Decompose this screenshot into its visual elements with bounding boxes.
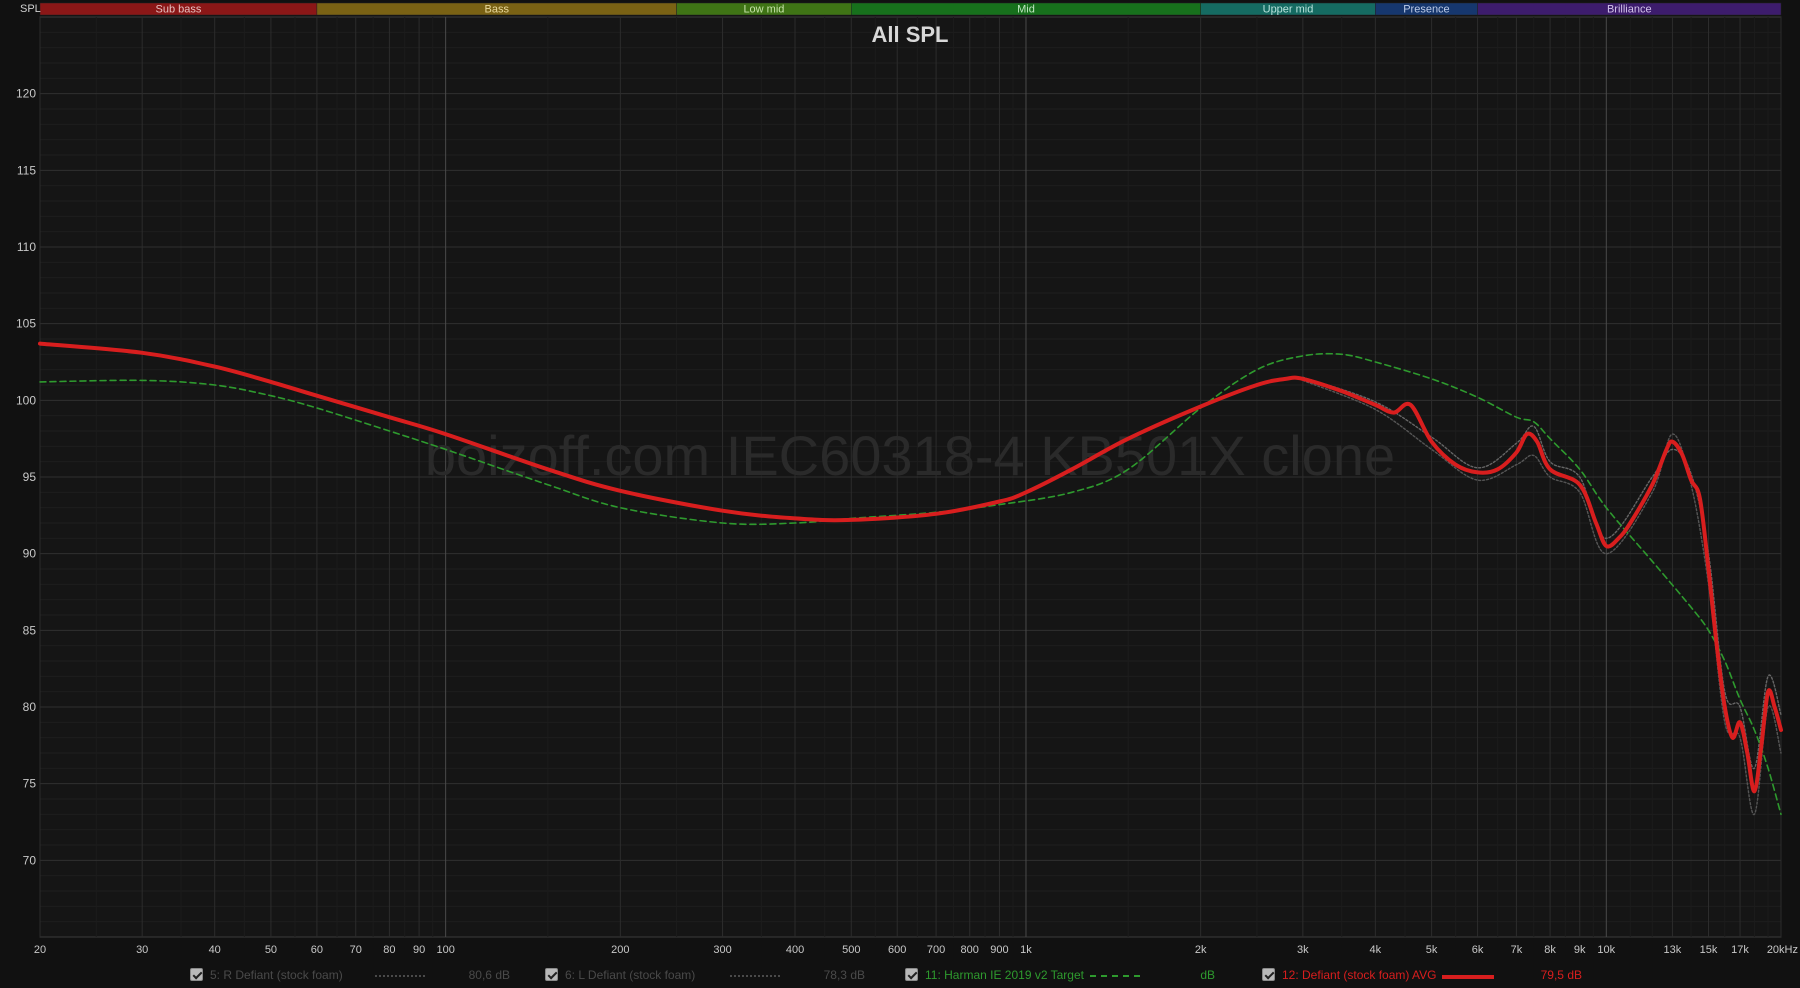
legend-value: 79,5 dB [1540, 968, 1582, 982]
x-tick-label: 50 [265, 944, 277, 956]
legend-line-swatch [730, 975, 780, 977]
legend-item[interactable]: 12: Defiant (stock foam) AVG 79,5 dB [1262, 966, 1602, 984]
band-label: Brilliance [1607, 4, 1652, 16]
legend-line-swatch [375, 975, 425, 977]
legend-series-name: 6: L Defiant (stock foam) [565, 968, 696, 982]
x-tick-label: 900 [990, 944, 1008, 956]
x-tick-label: 15k [1700, 944, 1718, 956]
x-tick-label: 40 [209, 944, 221, 956]
y-tick-label: 80 [23, 700, 37, 714]
legend-value: dB [1200, 968, 1215, 982]
x-tick-label: 8k [1544, 944, 1556, 956]
y-tick-label: 90 [23, 547, 37, 561]
x-tick-label: 90 [413, 944, 425, 956]
x-tick-label: 100 [436, 944, 454, 956]
chart-area: Sub bass Bass Low mid Mid Upper mid Presence B… [16, 2, 1798, 956]
x-tick-label: 20kHz [1767, 944, 1798, 956]
x-tick-label: 17k [1731, 944, 1749, 956]
x-tick-label: 30 [136, 944, 148, 956]
legend-checkbox[interactable] [905, 968, 918, 981]
x-tick-label: 5k [1426, 944, 1438, 956]
x-tick-label: 60 [311, 944, 323, 956]
x-tick-label: 1k [1020, 944, 1032, 956]
y-tick-label: 70 [23, 853, 37, 867]
x-tick-label: 2k [1195, 944, 1207, 956]
y-tick-label: 105 [16, 317, 36, 331]
y-tick-label: 115 [17, 163, 36, 177]
x-tick-label: 700 [927, 944, 945, 956]
x-tick-label: 80 [383, 944, 395, 956]
chart-title: All SPL [871, 22, 948, 47]
x-tick-label: 400 [786, 944, 804, 956]
x-tick-label: 3k [1297, 944, 1309, 956]
x-tick-label: 6k [1472, 944, 1484, 956]
legend-line-swatch [1442, 975, 1494, 979]
frequency-band-bar: Sub bass Bass Low mid Mid Upper mid Presence B… [39, 2, 1782, 16]
spl-corner-label: SPL [20, 3, 41, 15]
x-tick-label: 20 [34, 944, 46, 956]
band-label: Presence [1403, 4, 1449, 16]
y-tick-label: 75 [23, 777, 37, 791]
band-label: Mid [1017, 4, 1035, 16]
y-tick-label: 100 [16, 393, 36, 407]
legend-value: 80,6 dB [468, 968, 510, 982]
band-label: Bass [484, 4, 509, 16]
y-tick-label: 85 [23, 623, 37, 637]
x-tick-label: 70 [350, 944, 362, 956]
x-tick-label: 13k [1664, 944, 1682, 956]
x-axis-ticks: 20 30 40 50 60 70 80 90 100 200 300 400 500 600 700 800… [34, 944, 1798, 956]
x-tick-label: 10k [1597, 944, 1615, 956]
y-axis-ticks: 120 115 110 105 100 95 90 85 80 75 70 [16, 87, 36, 868]
legend-item[interactable]: 5: R Defiant (stock foam) 80,6 dB [190, 966, 530, 984]
x-tick-label: 500 [842, 944, 860, 956]
x-tick-label: 9k [1574, 944, 1586, 956]
x-tick-label: 200 [611, 944, 629, 956]
x-tick-label: 800 [961, 944, 979, 956]
legend-series-name: 5: R Defiant (stock foam) [210, 968, 343, 982]
x-tick-label: 600 [888, 944, 906, 956]
band-label: Low mid [743, 4, 784, 16]
legend: 5: R Defiant (stock foam) 80,6 dB 6: L Def… [0, 962, 1800, 988]
legend-series-name: 12: Defiant (stock foam) AVG [1282, 968, 1437, 982]
legend-checkbox[interactable] [1262, 968, 1275, 981]
y-tick-label: 95 [23, 470, 37, 484]
y-tick-label: 110 [17, 240, 36, 254]
band-label: Sub bass [156, 4, 202, 16]
legend-line-swatch [1090, 975, 1140, 977]
legend-checkbox[interactable] [545, 968, 558, 981]
legend-series-name: 11: Harman IE 2019 v2 Target [925, 968, 1084, 982]
legend-value: 78,3 dB [823, 968, 865, 982]
legend-checkbox[interactable] [190, 968, 203, 981]
x-tick-label: 4k [1370, 944, 1382, 956]
legend-item[interactable]: 6: L Defiant (stock foam) 78,3 dB [545, 966, 885, 984]
y-tick-label: 120 [16, 87, 36, 101]
x-tick-label: 300 [713, 944, 731, 956]
band-label: Upper mid [1263, 4, 1314, 16]
legend-item[interactable]: 11: Harman IE 2019 v2 Target dB [905, 966, 1245, 984]
x-tick-label: 7k [1511, 944, 1523, 956]
